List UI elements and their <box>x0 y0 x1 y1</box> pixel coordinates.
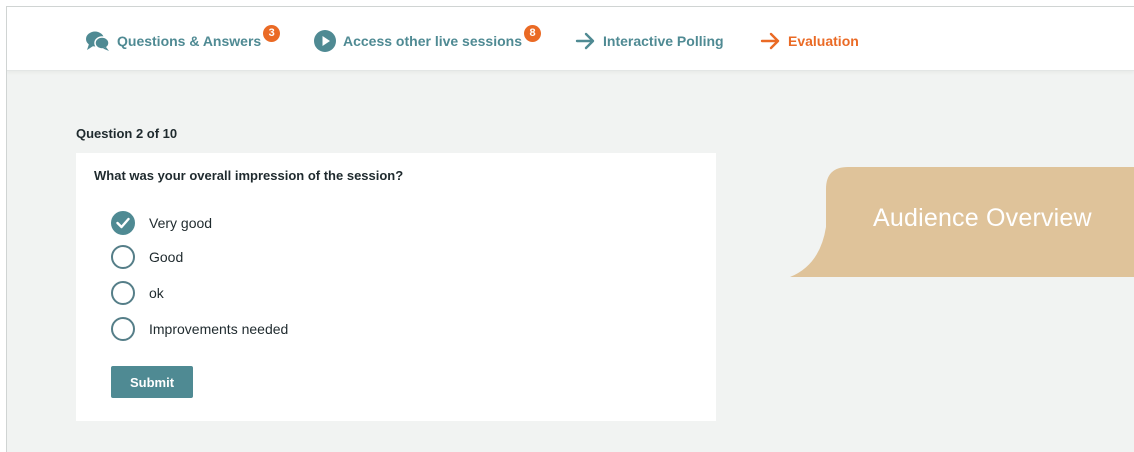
option-ok[interactable]: ok <box>111 280 164 306</box>
nav-evaluation[interactable]: Evaluation <box>760 27 859 55</box>
radio-unchecked[interactable] <box>111 317 135 341</box>
option-good[interactable]: Good <box>111 244 183 270</box>
audience-overview-label: Audience Overview <box>873 204 1092 232</box>
sessions-count-badge: 8 <box>524 24 541 42</box>
chat-bubbles-icon <box>85 30 111 52</box>
nav-interactive-polling[interactable]: Interactive Polling <box>575 27 724 55</box>
top-navigation: Questions & Answers 3 Access other live … <box>7 7 1134 71</box>
radio-unchecked[interactable] <box>111 281 135 305</box>
poll-card: What was your overall impression of the … <box>76 153 716 421</box>
nav-access-live-sessions-label: Access other live sessions <box>343 33 522 49</box>
option-label: Very good <box>149 215 213 231</box>
nav-questions-answers[interactable]: Questions & Answers 3 <box>85 24 281 55</box>
option-label: Improvements needed <box>149 321 289 337</box>
option-label: ok <box>149 285 164 301</box>
question-progress: Question 2 of 10 <box>76 126 178 141</box>
play-circle-icon <box>313 29 337 53</box>
option-very-good[interactable]: Very good <box>111 210 212 236</box>
arrow-right-icon <box>760 32 782 50</box>
option-label: Good <box>149 249 184 265</box>
check-icon <box>116 217 130 229</box>
nav-evaluation-label: Evaluation <box>788 33 859 49</box>
questions-count-badge: 3 <box>263 24 281 42</box>
nav-access-live-sessions[interactable]: Access other live sessions 8 <box>313 24 541 55</box>
submit-button[interactable]: Submit <box>111 366 193 398</box>
option-improvements-needed[interactable]: Improvements needed <box>111 316 288 342</box>
arrow-right-icon <box>575 32 597 50</box>
nav-questions-answers-label: Questions & Answers <box>117 33 262 49</box>
radio-checked[interactable] <box>111 211 135 235</box>
radio-unchecked[interactable] <box>111 245 135 269</box>
nav-interactive-polling-label: Interactive Polling <box>603 33 724 49</box>
question-text: What was your overall impression of the … <box>94 168 404 183</box>
